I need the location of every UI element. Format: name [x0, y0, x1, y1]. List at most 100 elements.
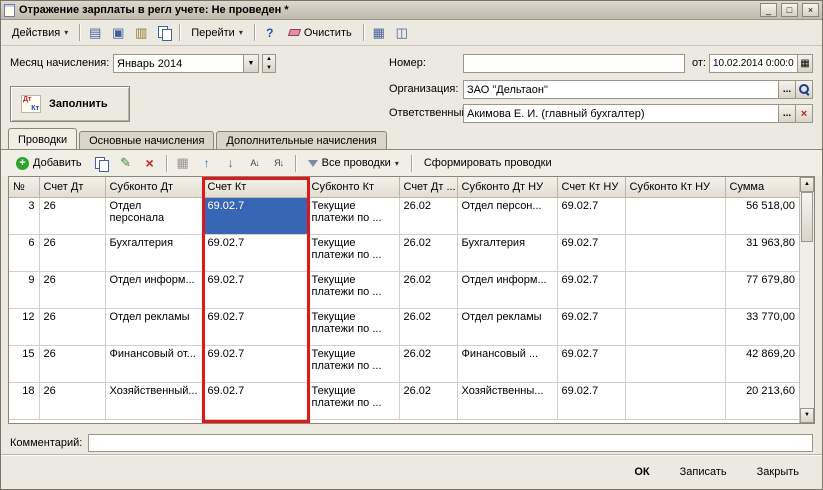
columns-settings-button[interactable]: ◫ [391, 22, 413, 43]
cell-subconto-dt-nu[interactable]: Отдел рекламы [457, 308, 557, 345]
cell-subconto-dt[interactable]: Хозяйственный... [105, 382, 203, 419]
cell-subconto-dt-nu[interactable]: Отдел информ... [457, 271, 557, 308]
copy-document-button[interactable] [153, 22, 175, 43]
cell-account-kt[interactable]: 69.02.7 [203, 308, 307, 345]
close-button[interactable]: × [802, 3, 819, 17]
cell-account-kt-nu[interactable]: 69.02.7 [557, 234, 625, 271]
maximize-button[interactable]: □ [781, 3, 798, 17]
cell-account-kt-nu[interactable]: 69.02.7 [557, 197, 625, 234]
actions-button[interactable]: Действия ▾ [5, 22, 75, 43]
cell-subconto-kt-nu[interactable] [625, 234, 725, 271]
cell-line-number[interactable]: 15 [9, 345, 39, 382]
cell-line-number[interactable]: 12 [9, 308, 39, 345]
tab-additional-accruals[interactable]: Дополнительные начисления [216, 131, 386, 149]
scroll-down-button[interactable]: ▼ [800, 408, 814, 423]
cell-subconto-dt[interactable]: Отдел информ... [105, 271, 203, 308]
cell-amount[interactable]: 20 213,60 [725, 382, 800, 419]
cell-account-kt[interactable]: 69.02.7 [203, 382, 307, 419]
column-header-account-dt[interactable]: Счет Дт [39, 177, 105, 197]
titlebar[interactable]: Отражение зарплаты в регл учете: Не пров… [1, 1, 822, 20]
cell-subconto-kt-nu[interactable] [625, 197, 725, 234]
column-header-account-kt[interactable]: Счет Кт [203, 177, 307, 197]
close-window-button[interactable]: Закрыть [746, 462, 810, 482]
move-up-button[interactable]: ↑ [196, 153, 218, 174]
cell-account-dt[interactable]: 26 [39, 197, 105, 234]
responsible-input[interactable] [463, 104, 779, 123]
write-button[interactable]: Записать [669, 462, 738, 482]
cell-line-number[interactable]: 6 [9, 234, 39, 271]
cell-account-kt[interactable]: 69.02.7 [203, 271, 307, 308]
tab-main-accruals[interactable]: Основные начисления [79, 131, 214, 149]
column-header-subconto-dt[interactable]: Субконто Дт [105, 177, 203, 197]
month-input[interactable] [113, 54, 244, 73]
spin-up-icon[interactable]: ▲ [263, 55, 275, 64]
column-header-number[interactable]: № [9, 177, 39, 197]
minimize-button[interactable]: _ [760, 3, 777, 17]
set-interval-button[interactable]: ▦ [172, 153, 194, 174]
column-header-account-kt-nu[interactable]: Счет Кт НУ [557, 177, 625, 197]
all-postings-button[interactable]: Все проводки ▾ [301, 153, 406, 174]
cell-account-dt-nu[interactable]: 26.02 [399, 308, 457, 345]
preview-button[interactable]: ▣ [107, 22, 129, 43]
cell-subconto-dt[interactable]: Бухгалтерия [105, 234, 203, 271]
cell-subconto-kt[interactable]: Текущие платежи по ... [307, 234, 399, 271]
move-down-button[interactable]: ↓ [220, 153, 242, 174]
cell-subconto-kt[interactable]: Текущие платежи по ... [307, 382, 399, 419]
table-row[interactable]: 9 26 Отдел информ... 69.02.7 Текущие пла… [9, 271, 800, 308]
calendar-button[interactable]: ▦ [798, 54, 813, 73]
column-header-subconto-kt[interactable]: Субконто Кт [307, 177, 399, 197]
cell-account-kt-nu[interactable]: 69.02.7 [557, 382, 625, 419]
add-row-button[interactable]: + Добавить [9, 153, 89, 174]
cell-account-kt-nu[interactable]: 69.02.7 [557, 271, 625, 308]
responsible-select-button[interactable]: ... [779, 104, 796, 123]
ok-button[interactable]: ОК [623, 462, 660, 482]
cell-line-number[interactable]: 3 [9, 197, 39, 234]
column-header-subconto-dt-nu[interactable]: Субконто Дт НУ [457, 177, 557, 197]
cell-subconto-dt[interactable]: Отдел рекламы [105, 308, 203, 345]
responsible-clear-button[interactable]: × [796, 104, 813, 123]
cell-subconto-kt[interactable]: Текущие платежи по ... [307, 197, 399, 234]
cell-account-dt-nu[interactable]: 26.02 [399, 345, 457, 382]
sort-descending-button[interactable]: Я↓ [268, 153, 290, 174]
cell-account-dt-nu[interactable]: 26.02 [399, 234, 457, 271]
cell-amount[interactable]: 33 770,00 [725, 308, 800, 345]
date-input[interactable] [709, 54, 798, 73]
fill-document-button[interactable]: ▥ [130, 22, 152, 43]
cell-account-dt[interactable]: 26 [39, 382, 105, 419]
cell-subconto-dt-nu[interactable]: Отдел персон... [457, 197, 557, 234]
cell-subconto-kt-nu[interactable] [625, 382, 725, 419]
cell-subconto-kt[interactable]: Текущие платежи по ... [307, 308, 399, 345]
clear-button[interactable]: Очистить [282, 22, 359, 43]
cell-account-kt[interactable]: 69.02.7 [203, 345, 307, 382]
scroll-up-button[interactable]: ▲ [800, 177, 814, 192]
cell-subconto-dt[interactable]: Отдел персонала [105, 197, 203, 234]
scrollbar-thumb[interactable] [801, 192, 813, 242]
cell-account-dt[interactable]: 26 [39, 345, 105, 382]
cell-account-kt[interactable]: 69.02.7 [203, 234, 307, 271]
tab-postings[interactable]: Проводки [8, 128, 77, 149]
organization-input[interactable] [463, 80, 779, 99]
help-button[interactable]: ? [259, 22, 281, 43]
cell-account-dt-nu[interactable]: 26.02 [399, 271, 457, 308]
cell-account-kt-nu[interactable]: 69.02.7 [557, 345, 625, 382]
cell-subconto-dt[interactable]: Финансовый от... [105, 345, 203, 382]
table-row[interactable]: 3 26 Отдел персонала 69.02.7 Текущие пла… [9, 197, 800, 234]
column-header-subconto-kt-nu[interactable]: Субконто Кт НУ [625, 177, 725, 197]
cell-subconto-kt[interactable]: Текущие платежи по ... [307, 271, 399, 308]
cell-account-dt[interactable]: 26 [39, 308, 105, 345]
cell-amount[interactable]: 31 963,80 [725, 234, 800, 271]
cell-account-dt-nu[interactable]: 26.02 [399, 382, 457, 419]
goto-button[interactable]: Перейти ▾ [184, 22, 250, 43]
cell-line-number[interactable]: 18 [9, 382, 39, 419]
organization-select-button[interactable]: ... [779, 80, 796, 99]
month-dropdown-button[interactable]: ▼ [244, 54, 259, 73]
table-row[interactable]: 12 26 Отдел рекламы 69.02.7 Текущие плат… [9, 308, 800, 345]
delete-row-button[interactable]: × [139, 153, 161, 174]
cell-subconto-kt-nu[interactable] [625, 271, 725, 308]
cell-subconto-dt-nu[interactable]: Хозяйственны... [457, 382, 557, 419]
column-header-account-dt-nu[interactable]: Счет Дт ... [399, 177, 457, 197]
cell-amount[interactable]: 42 869,20 [725, 345, 800, 382]
copy-row-button[interactable] [91, 153, 113, 174]
cell-account-dt[interactable]: 26 [39, 234, 105, 271]
cell-account-kt[interactable]: 69.02.7 [203, 197, 307, 234]
